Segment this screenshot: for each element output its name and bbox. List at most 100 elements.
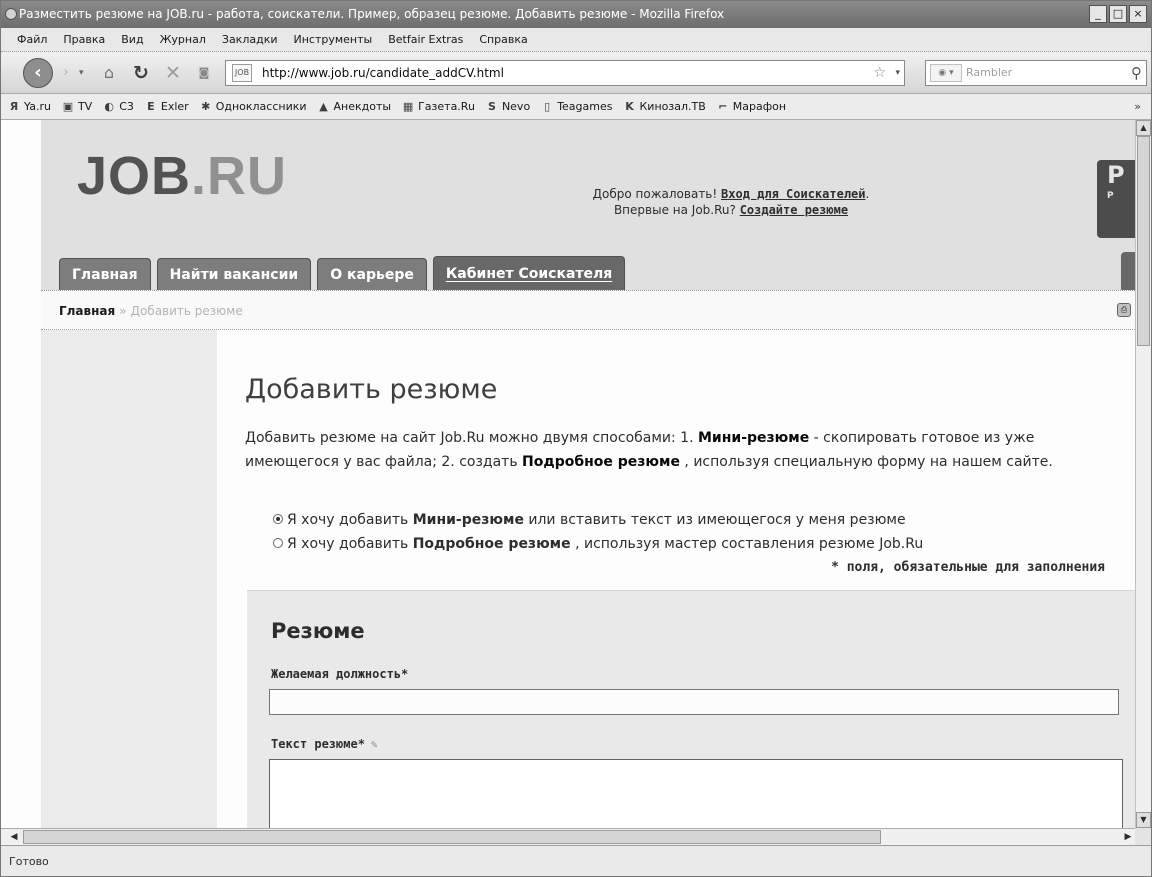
- resume-text-label: Текст резюме* ✎: [271, 737, 378, 751]
- gazeta-icon: ▦: [402, 99, 414, 113]
- nevo-icon: S: [487, 99, 496, 113]
- welcome-text: Добро пожаловать!: [592, 187, 722, 201]
- forward-button[interactable]: ›: [55, 63, 77, 83]
- feed-icon[interactable]: ◙: [195, 64, 213, 82]
- breadcrumb-home[interactable]: Главная: [59, 304, 115, 318]
- scroll-left-icon[interactable]: ◀: [7, 829, 21, 845]
- radio-full-resume[interactable]: [273, 538, 283, 548]
- bookmark-tv[interactable]: ▣ TV: [61, 94, 92, 119]
- page-icon: ▯: [544, 99, 551, 113]
- side-tab[interactable]: [1121, 252, 1135, 290]
- position-input[interactable]: [269, 689, 1119, 715]
- login-link[interactable]: Вход для Соискателей: [721, 187, 866, 201]
- bookmark-c3[interactable]: ◐ C3: [102, 94, 134, 119]
- anekdoty-icon: ▲: [319, 99, 328, 113]
- tv-icon: ▣: [62, 99, 74, 113]
- bookmark-label: Nevo: [501, 99, 531, 113]
- menu-bookmarks[interactable]: Закладки: [222, 28, 278, 51]
- menu-view[interactable]: Вид: [121, 28, 143, 51]
- menu-edit[interactable]: Правка: [63, 28, 105, 51]
- tab-career[interactable]: О карьере: [317, 258, 427, 290]
- title-bar: Разместить резюме на JOB.ru - работа, со…: [1, 1, 1151, 28]
- bookmark-kinozal[interactable]: K Кинозал.ТВ: [622, 94, 706, 119]
- bookmark-teagames[interactable]: ▯ Teagames: [540, 94, 612, 119]
- minimize-button[interactable]: _: [1089, 5, 1107, 23]
- address-url: http://www.job.ru/candidate_addCV.html: [262, 66, 504, 80]
- bookmark-label: C3: [119, 99, 134, 113]
- intro-part-3: , используя специальную форму на нашем с…: [679, 454, 1053, 470]
- kinozal-icon: K: [625, 99, 634, 113]
- jobru-logo[interactable]: JOB.RU: [77, 146, 287, 206]
- menu-history[interactable]: Журнал: [160, 28, 206, 51]
- option-mini-resume[interactable]: Я хочу добавить Мини-резюме или вставить…: [273, 508, 1123, 532]
- bookmark-label: Газета.Ru: [418, 99, 475, 113]
- search-placeholder: Rambler: [966, 66, 1013, 79]
- maximize-button[interactable]: □: [1109, 5, 1127, 23]
- scroll-right-icon[interactable]: ▶: [1121, 829, 1135, 845]
- tab-candidate-cabinet[interactable]: Кабинет Соискателя: [432, 256, 626, 290]
- position-label: Желаемая должность*: [271, 667, 409, 681]
- close-button[interactable]: ×: [1129, 5, 1147, 23]
- navigation-toolbar: ‹ › ▾ ⌂ ↻ ✕ ◙ JOB http://www.job.ru/cand…: [1, 52, 1151, 94]
- vertical-scroll-thumb[interactable]: [1137, 136, 1150, 346]
- scroll-down-icon[interactable]: ▼: [1136, 812, 1151, 828]
- window-title: Разместить резюме на JOB.ru - работа, со…: [19, 7, 725, 21]
- resize-grip[interactable]: [1135, 828, 1151, 845]
- menu-tools[interactable]: Инструменты: [294, 28, 373, 51]
- bookmark-nevo[interactable]: S Nevo: [485, 94, 530, 119]
- promo-badge-small: P: [1107, 191, 1114, 201]
- bookmark-marafon[interactable]: ⌐ Марафон: [716, 94, 786, 119]
- menu-betfair-extras[interactable]: Betfair Extras: [388, 28, 463, 51]
- scroll-up-icon[interactable]: ▲: [1136, 120, 1151, 136]
- tab-find-vacancies[interactable]: Найти вакансии: [156, 258, 312, 290]
- help-icon[interactable]: ✎: [371, 738, 378, 751]
- address-dropdown-icon[interactable]: ▾: [895, 61, 900, 85]
- bookmark-odnoklassniki[interactable]: ✱ Одноклассники: [199, 94, 307, 119]
- address-bar[interactable]: JOB http://www.job.ru/candidate_addCV.ht…: [225, 60, 905, 86]
- home-icon[interactable]: ⌂: [97, 62, 121, 84]
- print-icon[interactable]: ⎙: [1117, 303, 1131, 317]
- tab-home[interactable]: Главная: [59, 258, 151, 290]
- intro-text: Добавить резюме на сайт Job.Ru можно дву…: [245, 426, 1123, 474]
- search-icon[interactable]: ⚲: [1131, 61, 1142, 85]
- first-time-text: Впервые на Job.Ru?: [613, 203, 740, 217]
- back-button[interactable]: ‹: [23, 58, 53, 88]
- bookmarks-overflow-chevron-icon[interactable]: »: [1134, 94, 1141, 119]
- promo-badge[interactable]: PP: [1097, 160, 1135, 238]
- search-box[interactable]: ◉ ▾ Rambler ⚲: [925, 60, 1147, 86]
- page-viewport: JOB.RU Добро пожаловать! Вход для Соиска…: [1, 120, 1135, 828]
- stop-icon[interactable]: ✕: [161, 61, 185, 85]
- marafon-icon: ⌐: [718, 99, 728, 113]
- page-title: Добавить резюме: [245, 374, 498, 405]
- menu-file[interactable]: Файл: [17, 28, 47, 51]
- intro-full-resume: Подробное резюме: [522, 454, 680, 470]
- status-text: Готово: [9, 855, 49, 868]
- exler-icon: E: [147, 99, 155, 113]
- option-full-resume[interactable]: Я хочу добавить Подробное резюме , испол…: [273, 532, 1123, 556]
- reload-icon[interactable]: ↻: [129, 61, 153, 85]
- create-resume-link[interactable]: Создайте резюме: [740, 203, 848, 217]
- bookmark-label: Одноклассники: [215, 99, 307, 113]
- form-title: Резюме: [271, 619, 365, 643]
- status-bar: Готово: [1, 845, 1151, 876]
- vertical-scrollbar[interactable]: ▲ ▼: [1135, 120, 1151, 828]
- firefox-icon: [5, 8, 17, 20]
- window-controls: _ □ ×: [1089, 5, 1147, 23]
- menu-help[interactable]: Справка: [479, 28, 527, 51]
- resume-text-label-text: Текст резюме*: [271, 737, 365, 751]
- bookmark-yaru[interactable]: Я Ya.ru: [7, 94, 51, 119]
- bookmark-exler[interactable]: E Exler: [144, 94, 189, 119]
- search-engine-icon[interactable]: ◉ ▾: [930, 64, 962, 82]
- option-1-prefix: Я хочу добавить: [287, 512, 413, 528]
- yandex-icon: Я: [9, 99, 19, 113]
- radio-mini-resume[interactable]: [273, 514, 283, 524]
- history-dropdown-icon[interactable]: ▾: [79, 63, 91, 83]
- bookmark-gazeta[interactable]: ▦ Газета.Ru: [401, 94, 475, 119]
- bookmark-anekdoty[interactable]: ▲ Анекдоты: [317, 94, 391, 119]
- horizontal-scrollbar[interactable]: ◀ ▶: [1, 828, 1135, 845]
- bookmark-star-icon[interactable]: ☆: [873, 61, 886, 85]
- resume-text-area[interactable]: [269, 759, 1123, 828]
- c3-icon: ◐: [104, 99, 114, 113]
- browser-window: Разместить резюме на JOB.ru - работа, со…: [0, 0, 1152, 877]
- horizontal-scroll-thumb[interactable]: [23, 830, 881, 844]
